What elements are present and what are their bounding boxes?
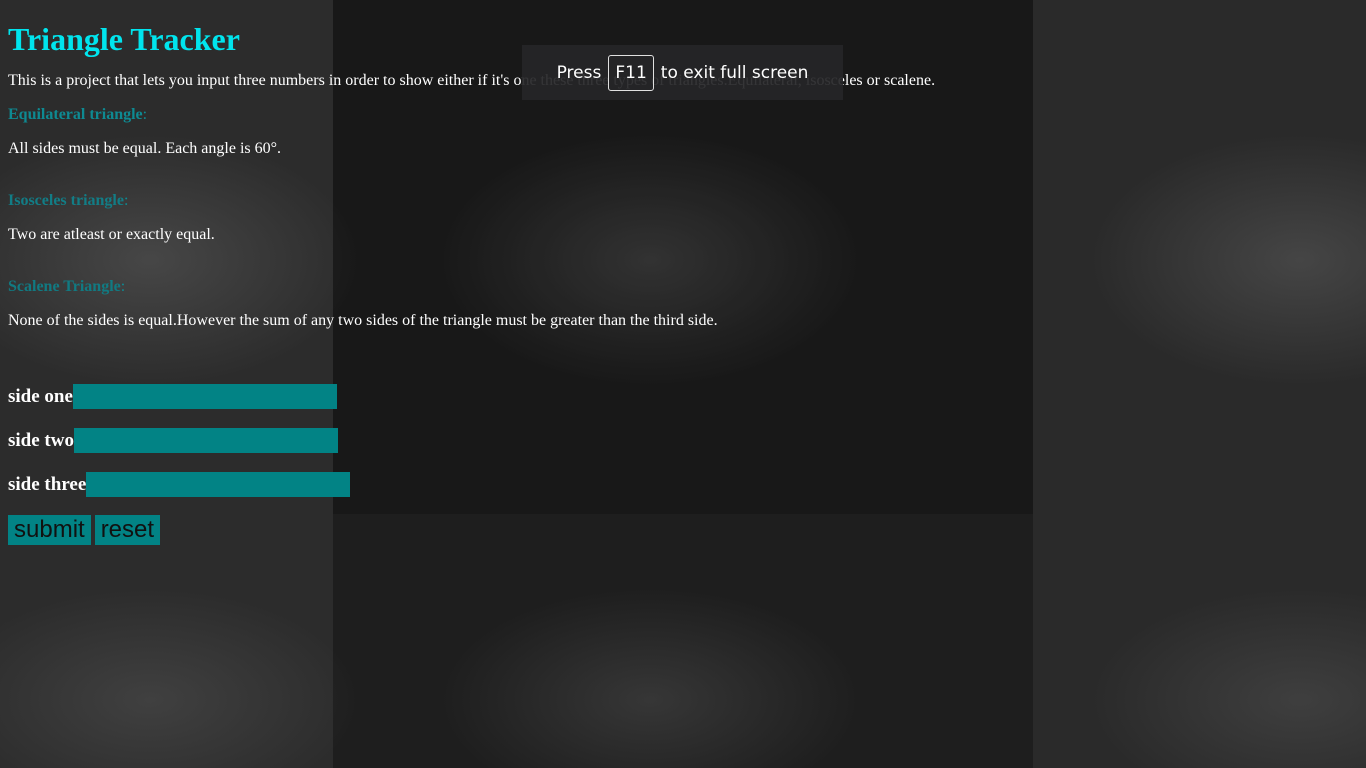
side-two-label: side two <box>8 429 74 451</box>
side-three-label: side three <box>8 473 87 495</box>
side-three-input[interactable] <box>86 472 351 497</box>
scalene-heading: Scalene Triangle: <box>8 278 1358 296</box>
equilateral-description: All sides must be equal. Each angle is 6… <box>8 140 282 157</box>
isosceles-heading-text: Isosceles triangle <box>8 192 124 209</box>
submit-button[interactable]: submit <box>8 515 91 545</box>
f11-key: F11 <box>608 54 654 91</box>
scalene-heading-text: Scalene Triangle <box>8 278 121 295</box>
equilateral-heading: Equilateral triangle: <box>8 106 1358 124</box>
equilateral-heading-colon: : <box>142 106 148 123</box>
fullscreen-notice-prefix: Press <box>556 62 602 83</box>
fullscreen-notice-suffix: to exit full screen <box>660 62 809 83</box>
scalene-heading-colon: : <box>120 278 126 295</box>
equilateral-heading-text: Equilateral triangle <box>8 106 143 123</box>
form-buttons: submit reset <box>8 515 1358 545</box>
side-two-row: side two <box>8 428 1358 453</box>
side-one-label: side one <box>8 385 73 407</box>
scalene-description: None of the sides is equal.However the s… <box>8 312 718 329</box>
isosceles-heading-colon: : <box>123 192 129 209</box>
side-one-input[interactable] <box>72 384 337 409</box>
side-one-row: side one <box>8 384 1358 409</box>
reset-button[interactable]: reset <box>94 515 161 545</box>
side-two-input[interactable] <box>73 428 338 453</box>
side-three-row: side three <box>8 472 1358 497</box>
isosceles-heading: Isosceles triangle: <box>8 192 1358 210</box>
isosceles-description: Two are atleast or exactly equal. <box>8 226 215 243</box>
triangle-form: side one side two side three submit rese… <box>8 384 1358 545</box>
fullscreen-notice: Press F11 to exit full screen <box>522 45 843 100</box>
